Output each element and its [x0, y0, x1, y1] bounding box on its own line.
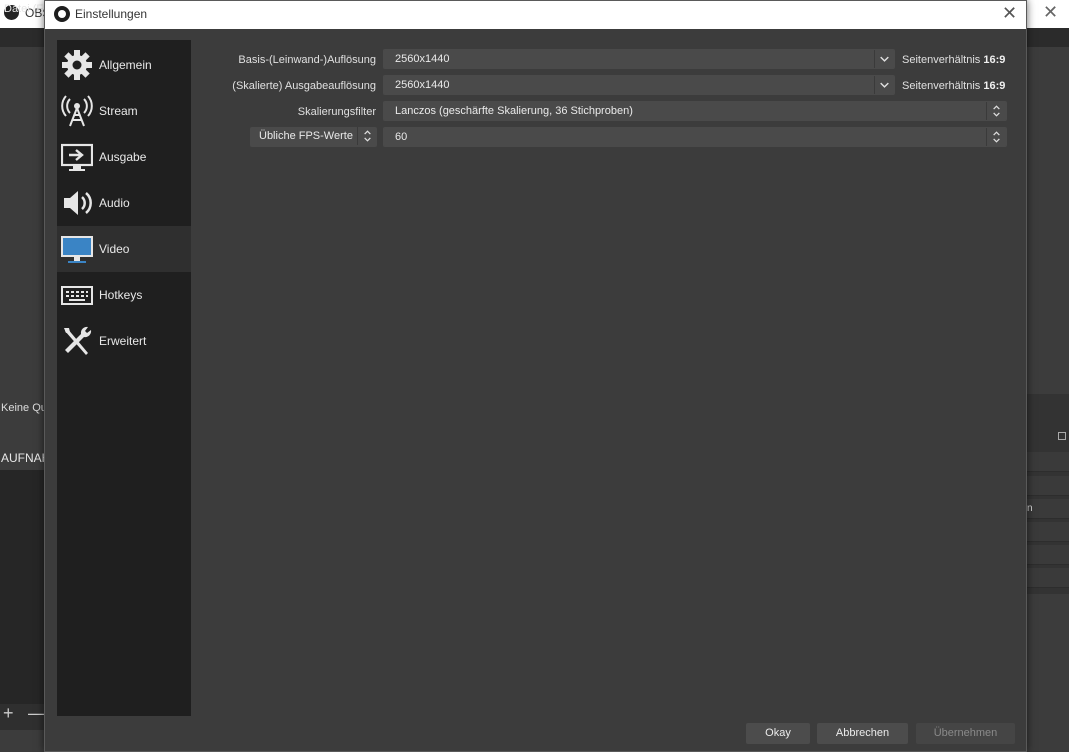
output-monitor-icon	[61, 143, 93, 171]
apply-button[interactable]: Übernehmen	[916, 723, 1015, 744]
fps-type-value: Übliche FPS-Werte	[259, 130, 353, 142]
base-resolution-value: 2560x1440	[395, 53, 450, 65]
gear-icon	[62, 50, 92, 80]
chevron-down-icon	[874, 50, 889, 68]
sidebar-item-label: Stream	[99, 104, 138, 118]
sidebar-item-erweitert[interactable]: Erweitert	[57, 318, 191, 364]
sidebar-item-stream[interactable]: Stream	[57, 88, 191, 134]
antenna-icon	[61, 95, 93, 127]
fps-value: 60	[395, 131, 408, 143]
base-resolution-label: Basis-(Leinwand-)Auflösung	[238, 54, 376, 66]
output-aspect-ratio: Seitenverhältnis 16:9	[902, 80, 1005, 92]
background-recording-text: AUFNAH	[1, 451, 51, 465]
sidebar-item-label: Allgemein	[99, 58, 152, 72]
settings-dialog: Einstellungen ✕ Allgemein Stream Ausgabe…	[44, 0, 1027, 752]
speaker-icon	[64, 191, 92, 215]
background-right-text: n	[1027, 503, 1033, 514]
obs-logo-icon	[54, 6, 70, 22]
background-close-icon[interactable]: ✕	[1043, 2, 1058, 23]
background-right-row	[1027, 499, 1069, 519]
background-right-row	[1027, 522, 1069, 542]
background-scene-list	[0, 470, 44, 710]
sidebar-item-label: Erweitert	[99, 334, 147, 348]
scale-filter-value: Lanczos (geschärfte Skalierung, 36 Stich…	[395, 105, 633, 117]
output-resolution-value: 2560x1440	[395, 79, 450, 91]
base-aspect-ratio: Seitenverhältnis 16:9	[902, 54, 1005, 66]
add-scene-icon[interactable]: +	[3, 703, 14, 724]
output-aspect-label: Seitenverhältnis	[902, 80, 981, 92]
chevron-down-icon	[874, 76, 889, 94]
background-right-row	[1027, 568, 1069, 588]
sidebar-item-video[interactable]: Video	[57, 226, 191, 272]
sidebar-item-label: Hotkeys	[99, 288, 143, 302]
settings-sidebar: Allgemein Stream Ausgabe Audio Video Hot…	[57, 40, 191, 716]
sidebar-item-ausgabe[interactable]: Ausgabe	[57, 134, 191, 180]
sidebar-item-audio[interactable]: Audio	[57, 180, 191, 226]
scale-filter-label: Skalierungsfilter	[297, 106, 376, 118]
output-resolution-label: (Skalierte) Ausgabeauflösung	[232, 80, 376, 92]
tools-icon	[64, 326, 92, 355]
output-resolution-combobox[interactable]: 2560x1440	[383, 75, 895, 95]
background-right-row	[1027, 452, 1069, 472]
keyboard-icon	[61, 286, 93, 305]
cancel-button[interactable]: Abbrechen	[817, 723, 908, 744]
dialog-title: Einstellungen	[75, 7, 148, 21]
sidebar-item-label: Audio	[99, 196, 130, 210]
sidebar-item-hotkeys[interactable]: Hotkeys	[57, 272, 191, 318]
fps-type-select[interactable]: Übliche FPS-Werte	[250, 127, 377, 147]
menu-datei[interactable]: Datei (F	[4, 3, 43, 15]
monitor-icon	[61, 236, 93, 263]
scale-filter-select[interactable]: Lanczos (geschärfte Skalierung, 36 Stich…	[383, 101, 1007, 121]
sidebar-item-label: Video	[99, 242, 130, 256]
fps-value-select[interactable]: 60	[383, 127, 1007, 147]
up-down-arrows-icon	[986, 128, 1000, 146]
output-aspect-value: 16:9	[983, 80, 1006, 92]
base-aspect-value: 16:9	[983, 54, 1006, 66]
background-right-row	[1027, 545, 1069, 565]
sidebar-item-label: Ausgabe	[99, 150, 147, 164]
ok-button[interactable]: Okay	[746, 723, 810, 744]
base-aspect-label: Seitenverhältnis	[902, 54, 981, 66]
background-right-row	[1027, 476, 1069, 496]
up-down-arrows-icon	[986, 102, 1000, 120]
base-resolution-combobox[interactable]: 2560x1440	[383, 49, 895, 69]
restore-icon[interactable]	[1058, 432, 1066, 440]
close-icon[interactable]: ✕	[1002, 3, 1017, 24]
background-no-source-text: Keine Qu	[1, 402, 47, 414]
dialog-titlebar: Einstellungen ✕	[45, 1, 1026, 29]
sidebar-item-allgemein[interactable]: Allgemein	[57, 42, 191, 88]
up-down-arrows-icon	[357, 127, 371, 145]
